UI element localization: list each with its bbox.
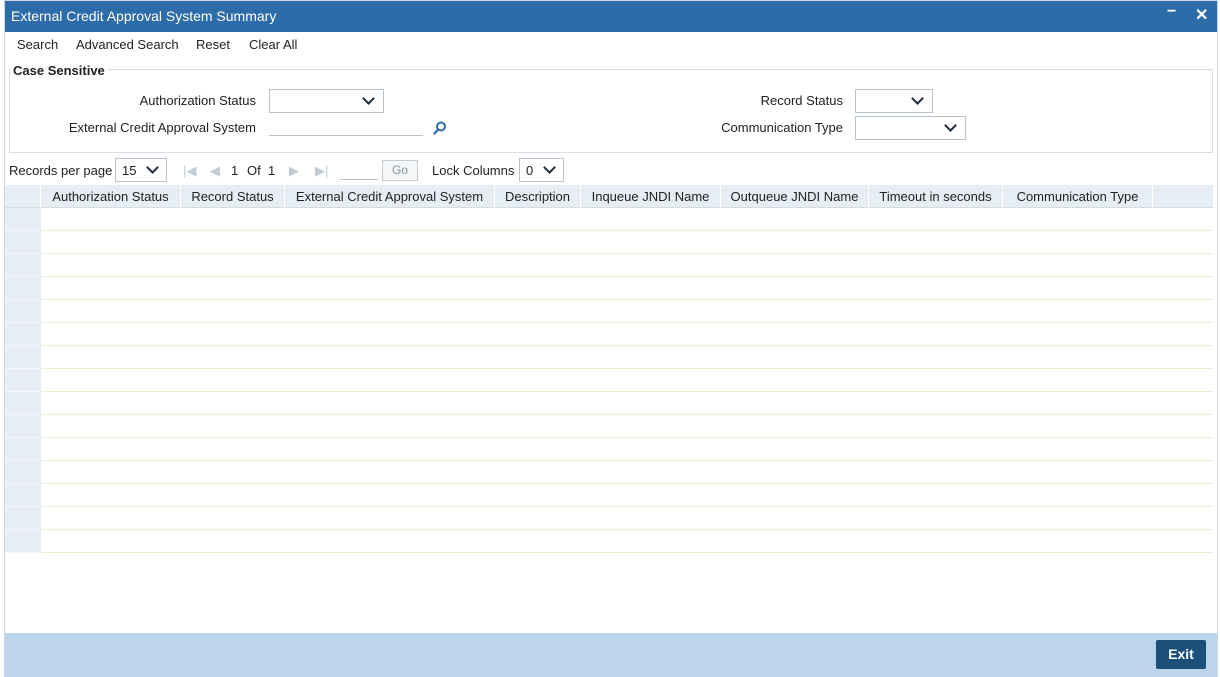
table-row[interactable] (5, 346, 1213, 369)
toolbar: Search Advanced Search Reset Clear All (5, 32, 1217, 58)
next-page-icon[interactable]: ▶ (289, 163, 299, 179)
summary-window: External Credit Approval System Summary … (4, 0, 1218, 677)
row-select-cell[interactable] (5, 507, 41, 530)
current-page: 1 (231, 163, 239, 178)
ecas-input[interactable] (269, 114, 423, 136)
column-header[interactable]: Record Status (181, 185, 285, 208)
first-page-icon[interactable]: |◀ (183, 163, 196, 179)
table-row[interactable] (5, 461, 1213, 484)
column-header[interactable]: Inqueue JNDI Name (581, 185, 721, 208)
clear-all-button[interactable]: Clear All (249, 37, 297, 52)
chevron-down-icon (944, 119, 957, 132)
total-pages: 1 (268, 163, 276, 178)
table-row[interactable] (5, 415, 1213, 438)
advanced-search-button[interactable]: Advanced Search (76, 37, 179, 52)
minimize-icon[interactable]: − (1167, 3, 1176, 21)
lock-columns-select[interactable]: 0 (519, 158, 564, 182)
footer-bar: Exit (5, 633, 1217, 677)
record-status-label: Record Status (760, 93, 843, 108)
row-select-cell[interactable] (5, 254, 41, 277)
row-select-cell[interactable] (5, 300, 41, 323)
column-header[interactable]: Description (495, 185, 581, 208)
row-select-cell[interactable] (5, 392, 41, 415)
row-select-cell[interactable] (5, 484, 41, 507)
search-button[interactable]: Search (17, 37, 58, 52)
ecas-label: External Credit Approval System (68, 120, 256, 135)
row-select-cell[interactable] (5, 530, 41, 553)
go-button[interactable]: Go (382, 160, 418, 181)
table-row[interactable] (5, 369, 1213, 392)
table-row[interactable] (5, 392, 1213, 415)
row-select-cell[interactable] (5, 346, 41, 369)
last-page-icon[interactable]: ▶| (315, 163, 328, 179)
reset-button[interactable]: Reset (196, 37, 230, 52)
records-per-page-label: Records per page (9, 163, 113, 178)
grid-header: Authorization Status Record Status Exter… (5, 185, 1213, 208)
table-row[interactable] (5, 530, 1213, 553)
row-select-cell[interactable] (5, 208, 41, 231)
table-row[interactable] (5, 277, 1213, 300)
table-row[interactable] (5, 484, 1213, 507)
table-row[interactable] (5, 323, 1213, 346)
case-sensitive-legend: Case Sensitive (11, 63, 107, 78)
title-bar: External Credit Approval System Summary … (5, 1, 1217, 32)
window-title: External Credit Approval System Summary (11, 8, 277, 24)
row-select-cell[interactable] (5, 277, 41, 300)
lock-columns-label: Lock Columns (432, 163, 515, 178)
row-select-cell[interactable] (5, 461, 41, 484)
table-row[interactable] (5, 208, 1213, 231)
search-criteria-panel (9, 69, 1213, 153)
table-row[interactable] (5, 300, 1213, 323)
previous-page-icon[interactable]: ◀ (210, 163, 220, 179)
chevron-down-icon (911, 92, 924, 105)
column-header[interactable]: Authorization Status (41, 185, 181, 208)
row-select-cell[interactable] (5, 231, 41, 254)
column-header[interactable]: External Credit Approval System (285, 185, 495, 208)
row-select-cell[interactable] (5, 369, 41, 392)
row-select-cell[interactable] (5, 438, 41, 461)
search-icon[interactable] (433, 121, 447, 135)
table-row[interactable] (5, 438, 1213, 461)
column-header[interactable]: Outqueue JNDI Name (721, 185, 869, 208)
select-all-column[interactable] (5, 185, 41, 208)
row-select-cell[interactable] (5, 415, 41, 438)
page-number-input[interactable] (340, 160, 378, 180)
column-header[interactable]: Communication Type (1003, 185, 1153, 208)
exit-button[interactable]: Exit (1156, 640, 1206, 669)
communication-type-label: Communication Type (721, 120, 843, 135)
column-header[interactable]: Timeout in seconds (869, 185, 1003, 208)
authorization-status-select[interactable] (269, 89, 384, 113)
records-per-page-select[interactable]: 15 (115, 158, 167, 182)
chevron-down-icon (146, 161, 159, 174)
communication-type-select[interactable] (855, 116, 966, 140)
table-row[interactable] (5, 507, 1213, 530)
authorization-status-label: Authorization Status (139, 93, 256, 108)
chevron-down-icon (362, 92, 375, 105)
chevron-down-icon (543, 161, 556, 174)
of-label: Of (247, 163, 261, 178)
record-status-select[interactable] (855, 89, 933, 113)
table-row[interactable] (5, 231, 1213, 254)
row-select-cell[interactable] (5, 323, 41, 346)
table-row[interactable] (5, 254, 1213, 277)
pagination-bar: Records per page 15 |◀ ◀ 1 Of 1 ▶ ▶| Go … (5, 157, 1217, 183)
close-icon[interactable]: ✕ (1195, 5, 1208, 25)
